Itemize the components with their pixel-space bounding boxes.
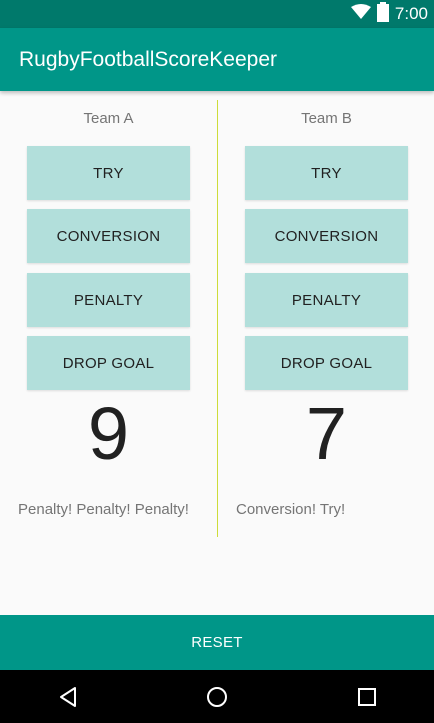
team-a-try-button[interactable]: TRY (27, 146, 190, 200)
status-bar: 7:00 (0, 0, 434, 28)
team-b-history: Conversion! Try! (236, 501, 346, 518)
team-a-conversion-button[interactable]: CONVERSION (27, 209, 190, 263)
score-content: Team A TRY CONVERSION PENALTY DROP GOAL … (0, 91, 434, 615)
battery-icon (376, 1, 389, 27)
team-b-penalty-button[interactable]: PENALTY (245, 273, 408, 327)
home-icon[interactable] (187, 670, 247, 723)
team-a-penalty-button[interactable]: PENALTY (27, 273, 190, 327)
team-a-score: 9 (87, 392, 130, 475)
team-a-name: Team A (83, 110, 134, 127)
navigation-bar (0, 670, 434, 723)
team-b-drop-goal-button[interactable]: DROP GOAL (245, 336, 408, 390)
app-title: RugbyFootballScoreKeeper (19, 47, 277, 71)
team-a-column: Team A TRY CONVERSION PENALTY DROP GOAL … (0, 91, 217, 615)
team-b-score: 7 (305, 392, 348, 475)
wifi-icon (350, 3, 371, 25)
recents-icon[interactable] (337, 670, 397, 723)
team-b-name: Team B (301, 110, 352, 127)
team-b-conversion-button[interactable]: CONVERSION (245, 209, 408, 263)
team-b-try-button[interactable]: TRY (245, 146, 408, 200)
team-a-drop-goal-button[interactable]: DROP GOAL (27, 336, 190, 390)
reset-button[interactable]: RESET (0, 615, 434, 670)
team-a-history: Penalty! Penalty! Penalty! (18, 501, 189, 518)
app-bar: RugbyFootballScoreKeeper (0, 28, 434, 91)
back-icon[interactable] (38, 670, 98, 723)
team-b-column: Team B TRY CONVERSION PENALTY DROP GOAL … (218, 91, 434, 615)
status-time: 7:00 (394, 4, 428, 23)
